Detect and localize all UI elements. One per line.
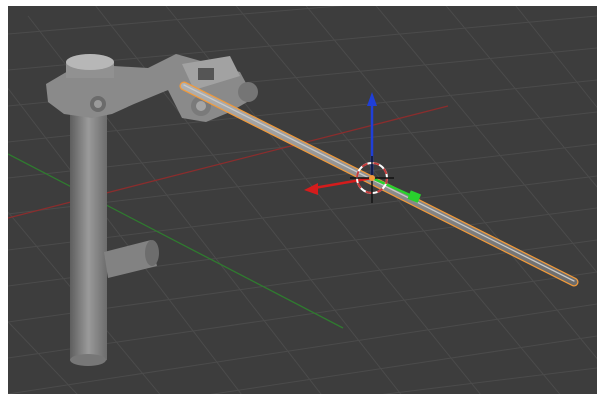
model-post[interactable] xyxy=(70,110,159,366)
3d-viewport[interactable] xyxy=(8,6,597,394)
viewport-scene[interactable] xyxy=(8,6,597,394)
selected-rod[interactable] xyxy=(179,81,579,287)
3d-cursor-icon[interactable] xyxy=(350,156,394,203)
